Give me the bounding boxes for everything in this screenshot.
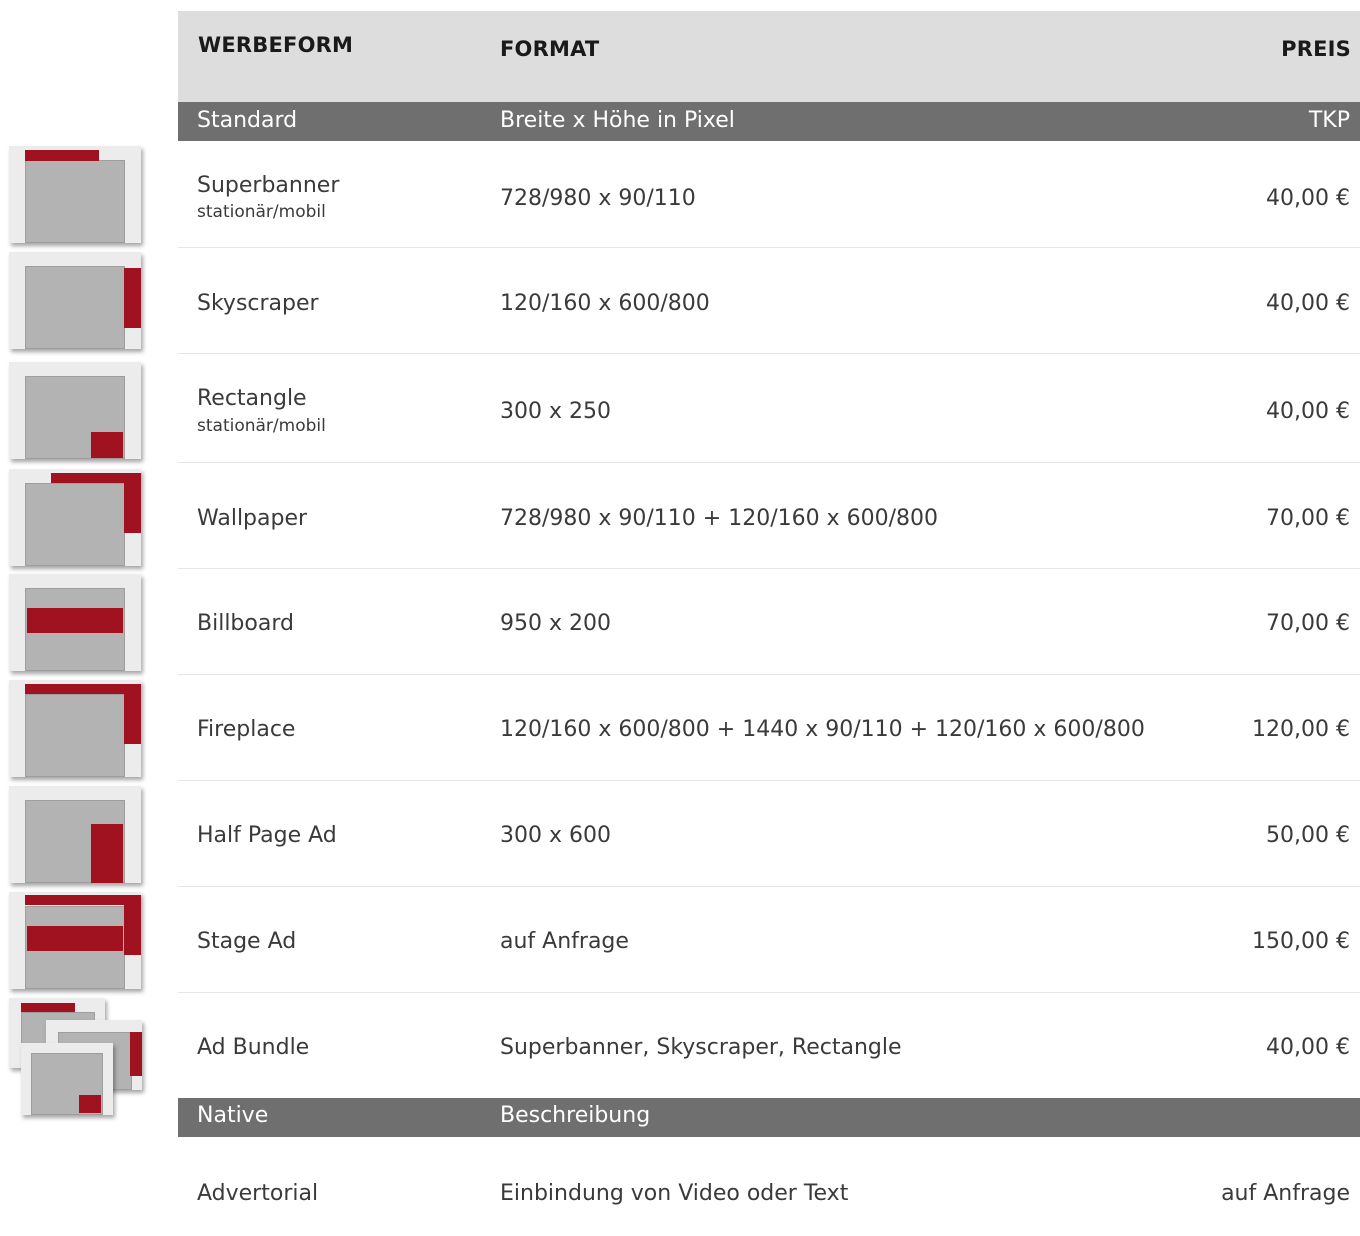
table-row: Advertorial Einbindung von Video oder Te… bbox=[178, 1137, 1360, 1236]
section-native-label: Native bbox=[197, 1103, 269, 1128]
row-name: Billboard bbox=[197, 611, 294, 636]
header-preis: PREIS bbox=[1281, 37, 1351, 61]
row-format: 728/980 x 90/110 bbox=[500, 186, 696, 211]
row-format: auf Anfrage bbox=[500, 929, 629, 954]
row-sub: stationär/mobil bbox=[197, 416, 326, 436]
row-format: Superbanner, Skyscraper, Rectangle bbox=[500, 1035, 902, 1060]
section-native: Native Beschreibung bbox=[178, 1098, 1360, 1137]
section-native-format: Beschreibung bbox=[500, 1103, 651, 1128]
row-price: auf Anfrage bbox=[1221, 1181, 1350, 1206]
section-standard-format: Breite x Höhe in Pixel bbox=[500, 108, 735, 133]
row-name: Stage Ad bbox=[197, 929, 297, 954]
row-name: Skyscraper bbox=[197, 291, 319, 316]
section-standard-price: TKP bbox=[1308, 108, 1350, 133]
row-price: 40,00 € bbox=[1266, 1035, 1350, 1060]
row-name: Half Page Ad bbox=[197, 823, 337, 848]
ad-bundle-icon bbox=[9, 998, 144, 1118]
table-row: Fireplace 120/160 x 600/800 + 1440 x 90/… bbox=[178, 674, 1360, 781]
table-row: Billboard 950 x 200 70,00 € bbox=[178, 568, 1360, 675]
row-name: Ad Bundle bbox=[197, 1035, 310, 1060]
wallpaper-icon bbox=[9, 469, 141, 566]
table-row: Ad Bundle Superbanner, Skyscraper, Recta… bbox=[178, 992, 1360, 1098]
row-price: 120,00 € bbox=[1252, 717, 1350, 742]
section-standard-label: Standard bbox=[197, 108, 298, 133]
row-name: Wallpaper bbox=[197, 506, 308, 531]
billboard-icon bbox=[9, 574, 141, 671]
row-format: 120/160 x 600/800 bbox=[500, 291, 710, 316]
row-format: 728/980 x 90/110 + 120/160 x 600/800 bbox=[500, 506, 939, 531]
row-price: 40,00 € bbox=[1266, 399, 1350, 424]
section-standard: Standard Breite x Höhe in Pixel TKP bbox=[178, 102, 1360, 141]
table-row: Half Page Ad 300 x 600 50,00 € bbox=[178, 780, 1360, 887]
row-name: Rectangle bbox=[197, 386, 307, 411]
table-row: Stage Ad auf Anfrage 150,00 € bbox=[178, 886, 1360, 993]
row-price: 70,00 € bbox=[1266, 506, 1350, 531]
row-name: Fireplace bbox=[197, 717, 296, 742]
row-format: 950 x 200 bbox=[500, 611, 611, 636]
table-row: Wallpaper 728/980 x 90/110 + 120/160 x 6… bbox=[178, 462, 1360, 569]
header-werbeform: WERBEFORM bbox=[198, 33, 354, 57]
row-format: 300 x 600 bbox=[500, 823, 611, 848]
row-name: Advertorial bbox=[197, 1181, 319, 1206]
row-price: 70,00 € bbox=[1266, 611, 1350, 636]
header-format: FORMAT bbox=[500, 37, 600, 61]
stage-ad-icon bbox=[9, 892, 141, 989]
row-price: 150,00 € bbox=[1252, 929, 1350, 954]
table-row: Superbanner stationär/mobil 728/980 x 90… bbox=[178, 141, 1360, 248]
skyscraper-icon bbox=[9, 252, 141, 349]
row-format: Einbindung von Video oder Text bbox=[500, 1181, 849, 1206]
row-price: 40,00 € bbox=[1266, 291, 1350, 316]
table-header: WERBEFORM FORMAT PREIS bbox=[178, 11, 1360, 102]
row-price: 50,00 € bbox=[1266, 823, 1350, 848]
row-format: 300 x 250 bbox=[500, 399, 611, 424]
fireplace-icon bbox=[9, 680, 141, 777]
rectangle-icon bbox=[9, 362, 141, 459]
row-price: 40,00 € bbox=[1266, 186, 1350, 211]
table-row: Skyscraper 120/160 x 600/800 40,00 € bbox=[178, 247, 1360, 354]
table-row: Rectangle stationär/mobil 300 x 250 40,0… bbox=[178, 353, 1360, 463]
row-sub: stationär/mobil bbox=[197, 202, 326, 222]
superbanner-icon bbox=[9, 146, 141, 243]
row-name: Superbanner bbox=[197, 173, 340, 198]
half-page-ad-icon bbox=[9, 786, 141, 883]
row-format: 120/160 x 600/800 + 1440 x 90/110 + 120/… bbox=[500, 717, 1145, 742]
